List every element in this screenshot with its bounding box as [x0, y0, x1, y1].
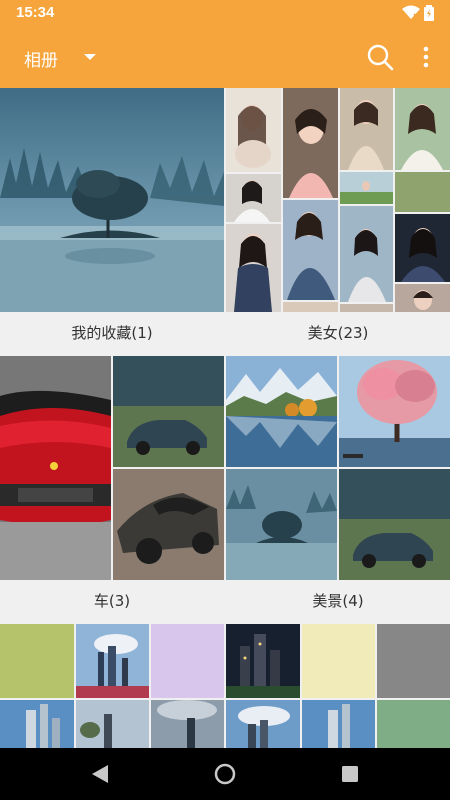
album-label: 美景(4) — [312, 592, 364, 610]
dropdown-caret-icon[interactable] — [84, 54, 96, 60]
battery-icon — [424, 5, 434, 21]
search-icon[interactable] — [366, 43, 394, 71]
photo-thumbnail — [226, 624, 300, 698]
album-card-favorites[interactable]: 我的收藏(1) — [0, 88, 224, 354]
misty-lake-photo — [0, 88, 224, 312]
photo-thumbnail — [283, 88, 338, 198]
album-card-scenery[interactable]: 美景(4) — [226, 356, 450, 622]
photo-thumbnail — [76, 624, 149, 698]
album-grid[interactable]: 我的收藏(1) 美女(23) 车(3) 美景(4) — [0, 88, 450, 748]
album-cover[interactable] — [226, 356, 450, 580]
photo-thumbnail — [340, 304, 393, 312]
photo-thumbnail — [113, 356, 224, 467]
photo-thumbnail — [395, 172, 450, 212]
system-nav-bar — [0, 748, 450, 800]
color-swatch-thumbnail — [377, 700, 450, 748]
photo-thumbnail — [339, 356, 450, 467]
album-card-cars[interactable]: 车(3) — [0, 356, 224, 622]
photo-thumbnail — [283, 200, 338, 300]
back-icon[interactable] — [88, 762, 112, 786]
album-dropdown-title[interactable]: 相册 — [24, 46, 58, 71]
photo-thumbnail — [302, 700, 375, 748]
album-label: 车(3) — [93, 592, 131, 610]
photo-thumbnail — [226, 700, 300, 748]
photo-thumbnail — [226, 88, 281, 172]
status-bar: 15:34 — [0, 0, 450, 26]
photo-thumbnail — [395, 214, 450, 282]
photo-thumbnail — [226, 174, 281, 222]
album-card-colors[interactable] — [0, 624, 224, 748]
photo-thumbnail — [340, 88, 393, 170]
photo-thumbnail — [226, 469, 337, 580]
more-vertical-icon[interactable] — [416, 44, 436, 70]
photo-thumbnail — [226, 224, 281, 312]
photo-thumbnail — [0, 700, 74, 748]
wifi-icon — [402, 5, 420, 19]
photo-thumbnail — [113, 469, 224, 580]
photo-thumbnail — [395, 88, 450, 170]
recents-icon[interactable] — [338, 762, 362, 786]
album-cover[interactable] — [0, 356, 224, 580]
album-label: 我的收藏(1) — [71, 324, 153, 342]
photo-thumbnail — [395, 284, 450, 312]
status-time: 15:34 — [16, 4, 55, 21]
home-icon[interactable] — [213, 762, 237, 786]
photo-thumbnail — [340, 172, 393, 204]
photo-thumbnail — [283, 302, 338, 312]
album-cover[interactable] — [226, 88, 450, 312]
color-swatch-thumbnail — [377, 624, 450, 698]
photo-thumbnail — [226, 356, 337, 467]
album-label: 美女(23) — [307, 324, 369, 342]
app-bar: 相册 — [0, 26, 450, 88]
album-card-beauty[interactable]: 美女(23) — [226, 88, 450, 354]
photo-thumbnail — [76, 700, 149, 748]
color-swatch-thumbnail — [302, 624, 375, 698]
album-card-city[interactable] — [226, 624, 450, 748]
color-swatch-thumbnail — [0, 624, 74, 698]
color-swatch-thumbnail — [151, 624, 224, 698]
photo-thumbnail — [0, 356, 111, 580]
album-cover[interactable] — [0, 88, 224, 312]
photo-thumbnail — [151, 700, 224, 748]
photo-thumbnail — [339, 469, 450, 580]
photo-thumbnail — [340, 206, 393, 302]
